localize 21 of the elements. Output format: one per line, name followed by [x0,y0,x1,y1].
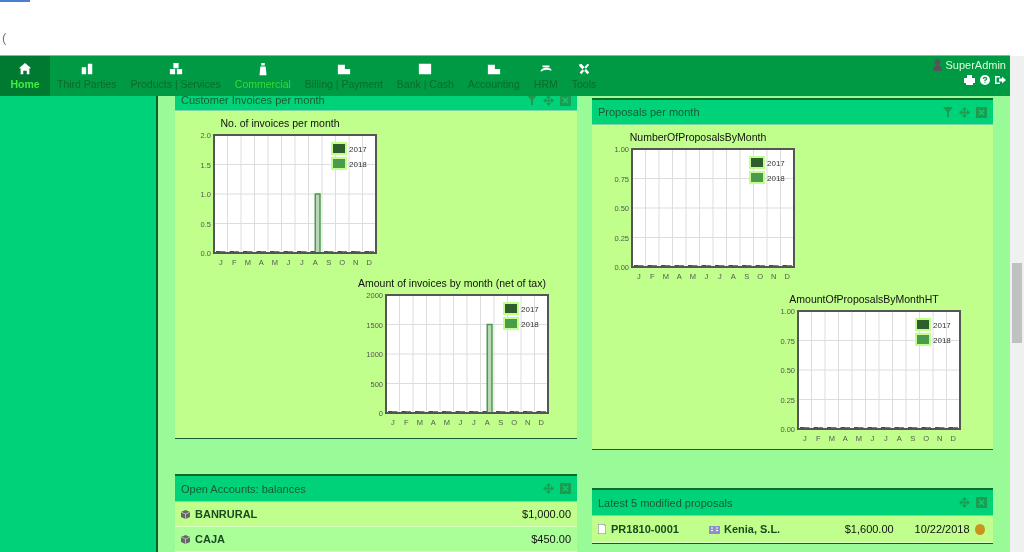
panel-title: Customer Invoices per month [181,96,325,106]
chart-title: NumberOfProposalsByMonth [629,131,767,143]
legend-label: 2018 [767,174,785,183]
legend-label: 2017 [349,145,367,154]
chart-title: Amount of invoices by month (net of tax) [358,277,546,289]
account-balance: $1,000.00 [522,508,571,520]
chart-title: No. of invoices per month [220,117,340,129]
legend-label: 2017 [521,305,539,314]
legend-label: 2018 [933,336,951,345]
panel-title: Open Accounts: balances [181,482,306,495]
legend-label: 2017 [767,159,785,168]
proposal-amount: $1,600.00 [843,523,894,535]
browser-text: ( [2,30,8,45]
panel-title: Latest 5 modified proposals [598,496,733,509]
panel-title: Proposals per month [598,106,700,118]
chart-title: AmountOfProposalsByMonthHT [789,293,939,305]
legend-label: 2017 [933,321,951,330]
legend-label: 2018 [521,320,539,329]
account-balance: $450.00 [531,533,571,545]
proposal-date: 10/22/2018 [913,523,970,535]
legend-label: 2018 [349,160,367,169]
